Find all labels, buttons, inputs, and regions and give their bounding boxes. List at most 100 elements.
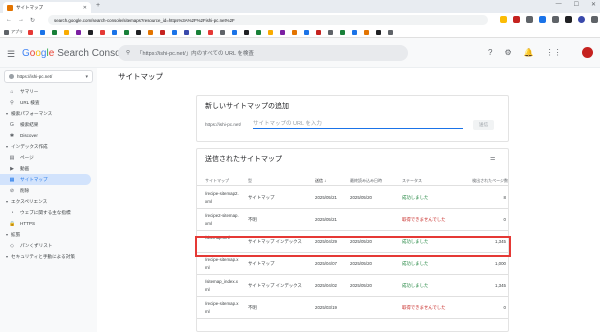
notifications-icon[interactable]: 🔔: [524, 48, 534, 57]
section-enhancements[interactable]: ▾ 拡張: [0, 229, 97, 240]
omnibox[interactable]: search.google.com/search-console/sitemap…: [48, 15, 488, 25]
menu-icon[interactable]: [591, 16, 598, 23]
bookmark-favicon-icon: [316, 29, 321, 35]
search-console-logo[interactable]: Google Search Console: [22, 48, 128, 59]
bookmark-item[interactable]: [100, 29, 107, 35]
bookmark-item[interactable]: [340, 29, 347, 35]
table-row[interactable]: /recipe-sitemap.xml 不明 2025/03/19 取得できませんでし…: [197, 297, 508, 319]
bookmark-item[interactable]: [316, 29, 323, 35]
bookmark-favicon-icon: [184, 29, 189, 35]
sidebar-item-https[interactable]: 🔒 HTTPS: [0, 218, 97, 229]
help-icon[interactable]: ?: [488, 48, 492, 57]
bookmark-item[interactable]: [112, 29, 119, 35]
bookmark-item[interactable]: [244, 29, 251, 35]
col-type[interactable]: 型: [248, 178, 252, 184]
bookmark-item[interactable]: [40, 29, 47, 35]
bookmark-item[interactable]: アプリ: [4, 29, 23, 35]
sidebar-item-core-web-vitals[interactable]: ◔ ウェブに関する主な指標: [0, 207, 97, 218]
extension-icon[interactable]: [526, 16, 533, 23]
bookmark-item[interactable]: [136, 29, 143, 35]
bookmark-item[interactable]: [280, 29, 287, 35]
col-status[interactable]: ステータス: [402, 178, 422, 184]
bookmark-item[interactable]: [184, 29, 191, 35]
sidebar-item-discover[interactable]: ✱ Discover: [0, 130, 97, 141]
bookmark-item[interactable]: [208, 29, 215, 35]
cell-sitemap-url[interactable]: /recipe-sitemap.xml: [205, 256, 239, 272]
bookmark-item[interactable]: [148, 29, 155, 35]
https-icon: 🔒: [9, 220, 16, 227]
sidebar-item-sitemaps[interactable]: ▦ サイトマップ: [0, 174, 91, 185]
bookmark-item[interactable]: [124, 29, 131, 35]
bookmark-item[interactable]: [232, 29, 239, 35]
section-indexing[interactable]: ▾ インデックス作成: [0, 141, 97, 152]
bookmark-item[interactable]: [220, 29, 227, 35]
reload-icon[interactable]: ↻: [30, 17, 35, 24]
menu-icon[interactable]: ☰: [7, 49, 15, 60]
bookmark-item[interactable]: [88, 29, 95, 35]
apps-icon[interactable]: ⋮⋮: [546, 48, 562, 57]
bookmark-item[interactable]: [28, 29, 35, 35]
bookmark-favicon-icon: [28, 29, 33, 35]
window-close-icon[interactable]: ✕: [591, 1, 596, 8]
back-icon[interactable]: ←: [6, 17, 12, 23]
bookmark-item[interactable]: [76, 29, 83, 35]
new-tab-icon[interactable]: +: [96, 2, 100, 9]
bookmark-item[interactable]: [52, 29, 59, 35]
sidebar-item-pages[interactable]: ▤ ページ: [0, 152, 97, 163]
table-row[interactable]: /recipe-sitemap2.xml サイトマップ 2025/05/21 2025…: [197, 187, 508, 209]
property-selector[interactable]: https://ishi-pc.net/ ▾: [4, 70, 93, 83]
bookmark-favicon-icon: [364, 29, 369, 35]
bookmark-item[interactable]: [292, 29, 299, 35]
cell-sitemap-url[interactable]: /recipe-sitemap2.xml: [205, 190, 239, 206]
bookmark-item[interactable]: [268, 29, 275, 35]
url-inspection-search[interactable]: ⚲ 「https://ishi-pc.net/」内のすべての URL を検査: [118, 45, 408, 61]
extension-icon[interactable]: [565, 16, 572, 23]
sidebar-item-removals[interactable]: ⊘ 削除: [0, 185, 97, 196]
avatar[interactable]: [582, 47, 593, 58]
bookmark-item[interactable]: [196, 29, 203, 35]
filter-icon[interactable]: ⚌: [490, 155, 495, 162]
extension-icon[interactable]: [513, 16, 520, 23]
sidebar-item-search-results[interactable]: G 検索結果: [0, 119, 97, 130]
cell-sitemap-url[interactable]: /recipe-sitemap.xml: [205, 300, 239, 316]
bookmark-item[interactable]: [328, 29, 335, 35]
tab-close-icon[interactable]: ✕: [83, 5, 87, 11]
bookmark-item[interactable]: [256, 29, 263, 35]
sidebar-item-breadcrumbs[interactable]: ◇ パンくずリスト: [0, 240, 97, 251]
table-row[interactable]: /recipe2-sitemap.xml 不明 2025/05/21 取得できませんで…: [197, 209, 508, 231]
extension-icon[interactable]: [552, 16, 559, 23]
col-sitemap[interactable]: サイトマップ: [205, 178, 229, 184]
settings-icon[interactable]: ⚙: [504, 48, 511, 57]
extension-icon[interactable]: [539, 16, 546, 23]
table-row[interactable]: /sitemap_index.xml サイトマップ インデックス 2025/04/0…: [197, 275, 508, 297]
maximize-icon[interactable]: ☐: [574, 1, 579, 8]
sidebar-item-summary[interactable]: ⌂ サマリー: [0, 86, 97, 97]
bookmark-item[interactable]: [364, 29, 371, 35]
bookmark-item[interactable]: [388, 29, 395, 35]
col-discovered-pages[interactable]: 検出されたページ数: [472, 178, 508, 184]
bookmark-item[interactable]: [172, 29, 179, 35]
submit-button[interactable]: 送信: [473, 120, 495, 130]
minimize-icon[interactable]: —: [556, 1, 562, 8]
cell-sitemap-url[interactable]: /sitemap_index.xml: [205, 278, 239, 294]
col-submitted[interactable]: 送信 ↓: [315, 178, 326, 184]
col-last-read[interactable]: 最終読み込み日時: [350, 178, 382, 184]
browser-tab[interactable]: サイトマップ ✕: [3, 2, 91, 13]
section-security[interactable]: ▾ セキュリティと手動による対策: [0, 251, 97, 262]
search-icon: ⚲: [126, 50, 131, 56]
sidebar: https://ishi-pc.net/ ▾ ⌂ サマリー ⚲ URL 検査 ▾ 検索パフ…: [0, 68, 97, 332]
section-experience[interactable]: ▾ エクスペリエンス: [0, 196, 97, 207]
sitemap-url-input[interactable]: [253, 119, 463, 129]
bookmark-item[interactable]: [304, 29, 311, 35]
star-icon[interactable]: [500, 16, 507, 23]
bookmark-item[interactable]: [376, 29, 383, 35]
sidebar-item-videos[interactable]: ▶ 動画: [0, 163, 97, 174]
cell-sitemap-url[interactable]: /recipe2-sitemap.xml: [205, 212, 239, 228]
forward-icon[interactable]: →: [18, 17, 24, 23]
bookmark-item[interactable]: [160, 29, 167, 35]
section-search-performance[interactable]: ▾ 検索パフォーマンス: [0, 108, 97, 119]
bookmark-item[interactable]: [64, 29, 71, 35]
profile-icon[interactable]: [578, 16, 585, 23]
sidebar-item-url-inspection[interactable]: ⚲ URL 検査: [0, 97, 97, 108]
bookmark-item[interactable]: [352, 29, 359, 35]
